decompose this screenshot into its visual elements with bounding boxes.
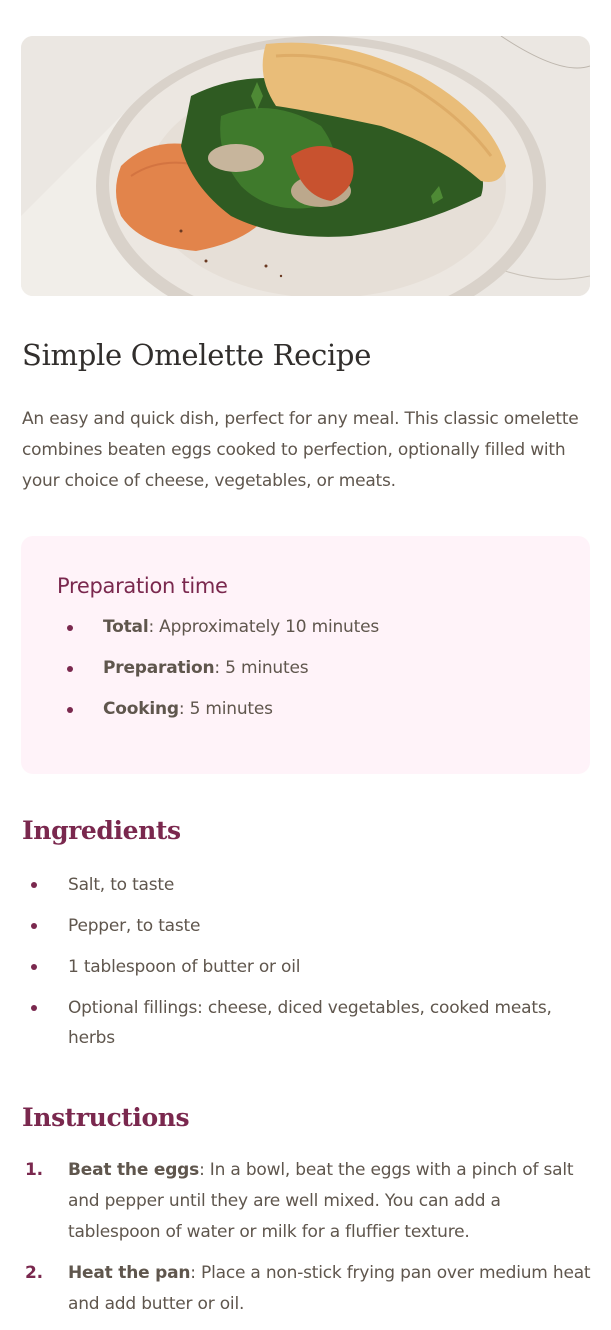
ingredient-item: 1 tablespoon of butter or oil <box>22 952 592 982</box>
bullet-icon <box>31 1005 37 1011</box>
bullet-icon <box>31 964 37 970</box>
preparation-label: Total <box>103 617 149 637</box>
ingredient-text: Optional fillings: cheese, diced vegetab… <box>68 998 552 1048</box>
preparation-label: Preparation <box>103 658 215 678</box>
instruction-step: 2. Heat the pan: Place a non-stick fryin… <box>22 1258 592 1320</box>
bullet-icon <box>67 625 73 631</box>
recipe-description: An easy and quick dish, perfect for any … <box>22 409 579 491</box>
ingredients-heading: Ingredients <box>22 816 181 845</box>
instructions-list: 1. Beat the eggs: In a bowl, beat the eg… <box>22 1155 592 1330</box>
preparation-item: Preparation: 5 minutes <box>57 658 379 699</box>
preparation-item: Total: Approximately 10 minutes <box>57 617 379 658</box>
ingredient-text: Salt, to taste <box>68 875 175 895</box>
preparation-label: Cooking <box>103 699 179 719</box>
preparation-value: : Approximately 10 minutes <box>148 617 380 637</box>
ingredient-text: 1 tablespoon of butter or oil <box>68 957 301 977</box>
recipe-image <box>21 36 590 296</box>
ingredients-list: Salt, to taste Pepper, to taste 1 tables… <box>22 870 592 1064</box>
step-number: 2. <box>25 1263 43 1283</box>
recipe-title: Simple Omelette Recipe <box>22 338 372 372</box>
instruction-step: 1. Beat the eggs: In a bowl, beat the eg… <box>22 1155 592 1248</box>
step-title: Beat the eggs <box>68 1160 200 1180</box>
ingredient-text: Pepper, to taste <box>68 916 201 936</box>
step-number: 1. <box>25 1160 43 1180</box>
instructions-heading: Instructions <box>22 1103 190 1132</box>
preparation-heading: Preparation time <box>57 574 228 598</box>
preparation-value: : 5 minutes <box>178 699 273 719</box>
ingredient-item: Salt, to taste <box>22 870 592 900</box>
bullet-icon <box>31 882 37 888</box>
bullet-icon <box>31 923 37 929</box>
preparation-value: : 5 minutes <box>214 658 309 678</box>
step-title: Heat the pan <box>68 1263 191 1283</box>
preparation-time-box: Preparation time Total: Approximately 10… <box>21 536 590 774</box>
bullet-icon <box>67 707 73 713</box>
preparation-item: Cooking: 5 minutes <box>57 699 379 740</box>
preparation-list: Total: Approximately 10 minutes Preparat… <box>57 617 379 740</box>
bullet-icon <box>67 666 73 672</box>
ingredient-item: Pepper, to taste <box>22 911 592 941</box>
ingredient-item: Optional fillings: cheese, diced vegetab… <box>22 993 592 1053</box>
